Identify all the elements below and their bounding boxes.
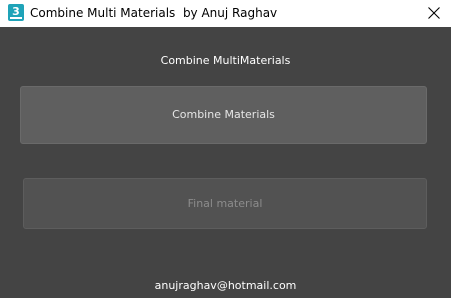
heading-label: Combine MultiMaterials	[160, 54, 291, 67]
main-window: 3 Combine Multi Materials by Anuj Raghav…	[0, 0, 451, 298]
close-icon	[428, 7, 440, 19]
window-title: Combine Multi Materials by Anuj Raghav	[30, 6, 278, 20]
app-icon: 3	[8, 4, 24, 21]
close-button[interactable]	[417, 0, 451, 27]
combine-materials-button[interactable]: Combine Materials	[20, 86, 427, 144]
email-label: anujraghav@hotmail.com	[154, 279, 297, 292]
final-material-button[interactable]: Final material	[23, 178, 427, 229]
title-bar[interactable]: 3 Combine Multi Materials by Anuj Raghav	[0, 0, 451, 27]
